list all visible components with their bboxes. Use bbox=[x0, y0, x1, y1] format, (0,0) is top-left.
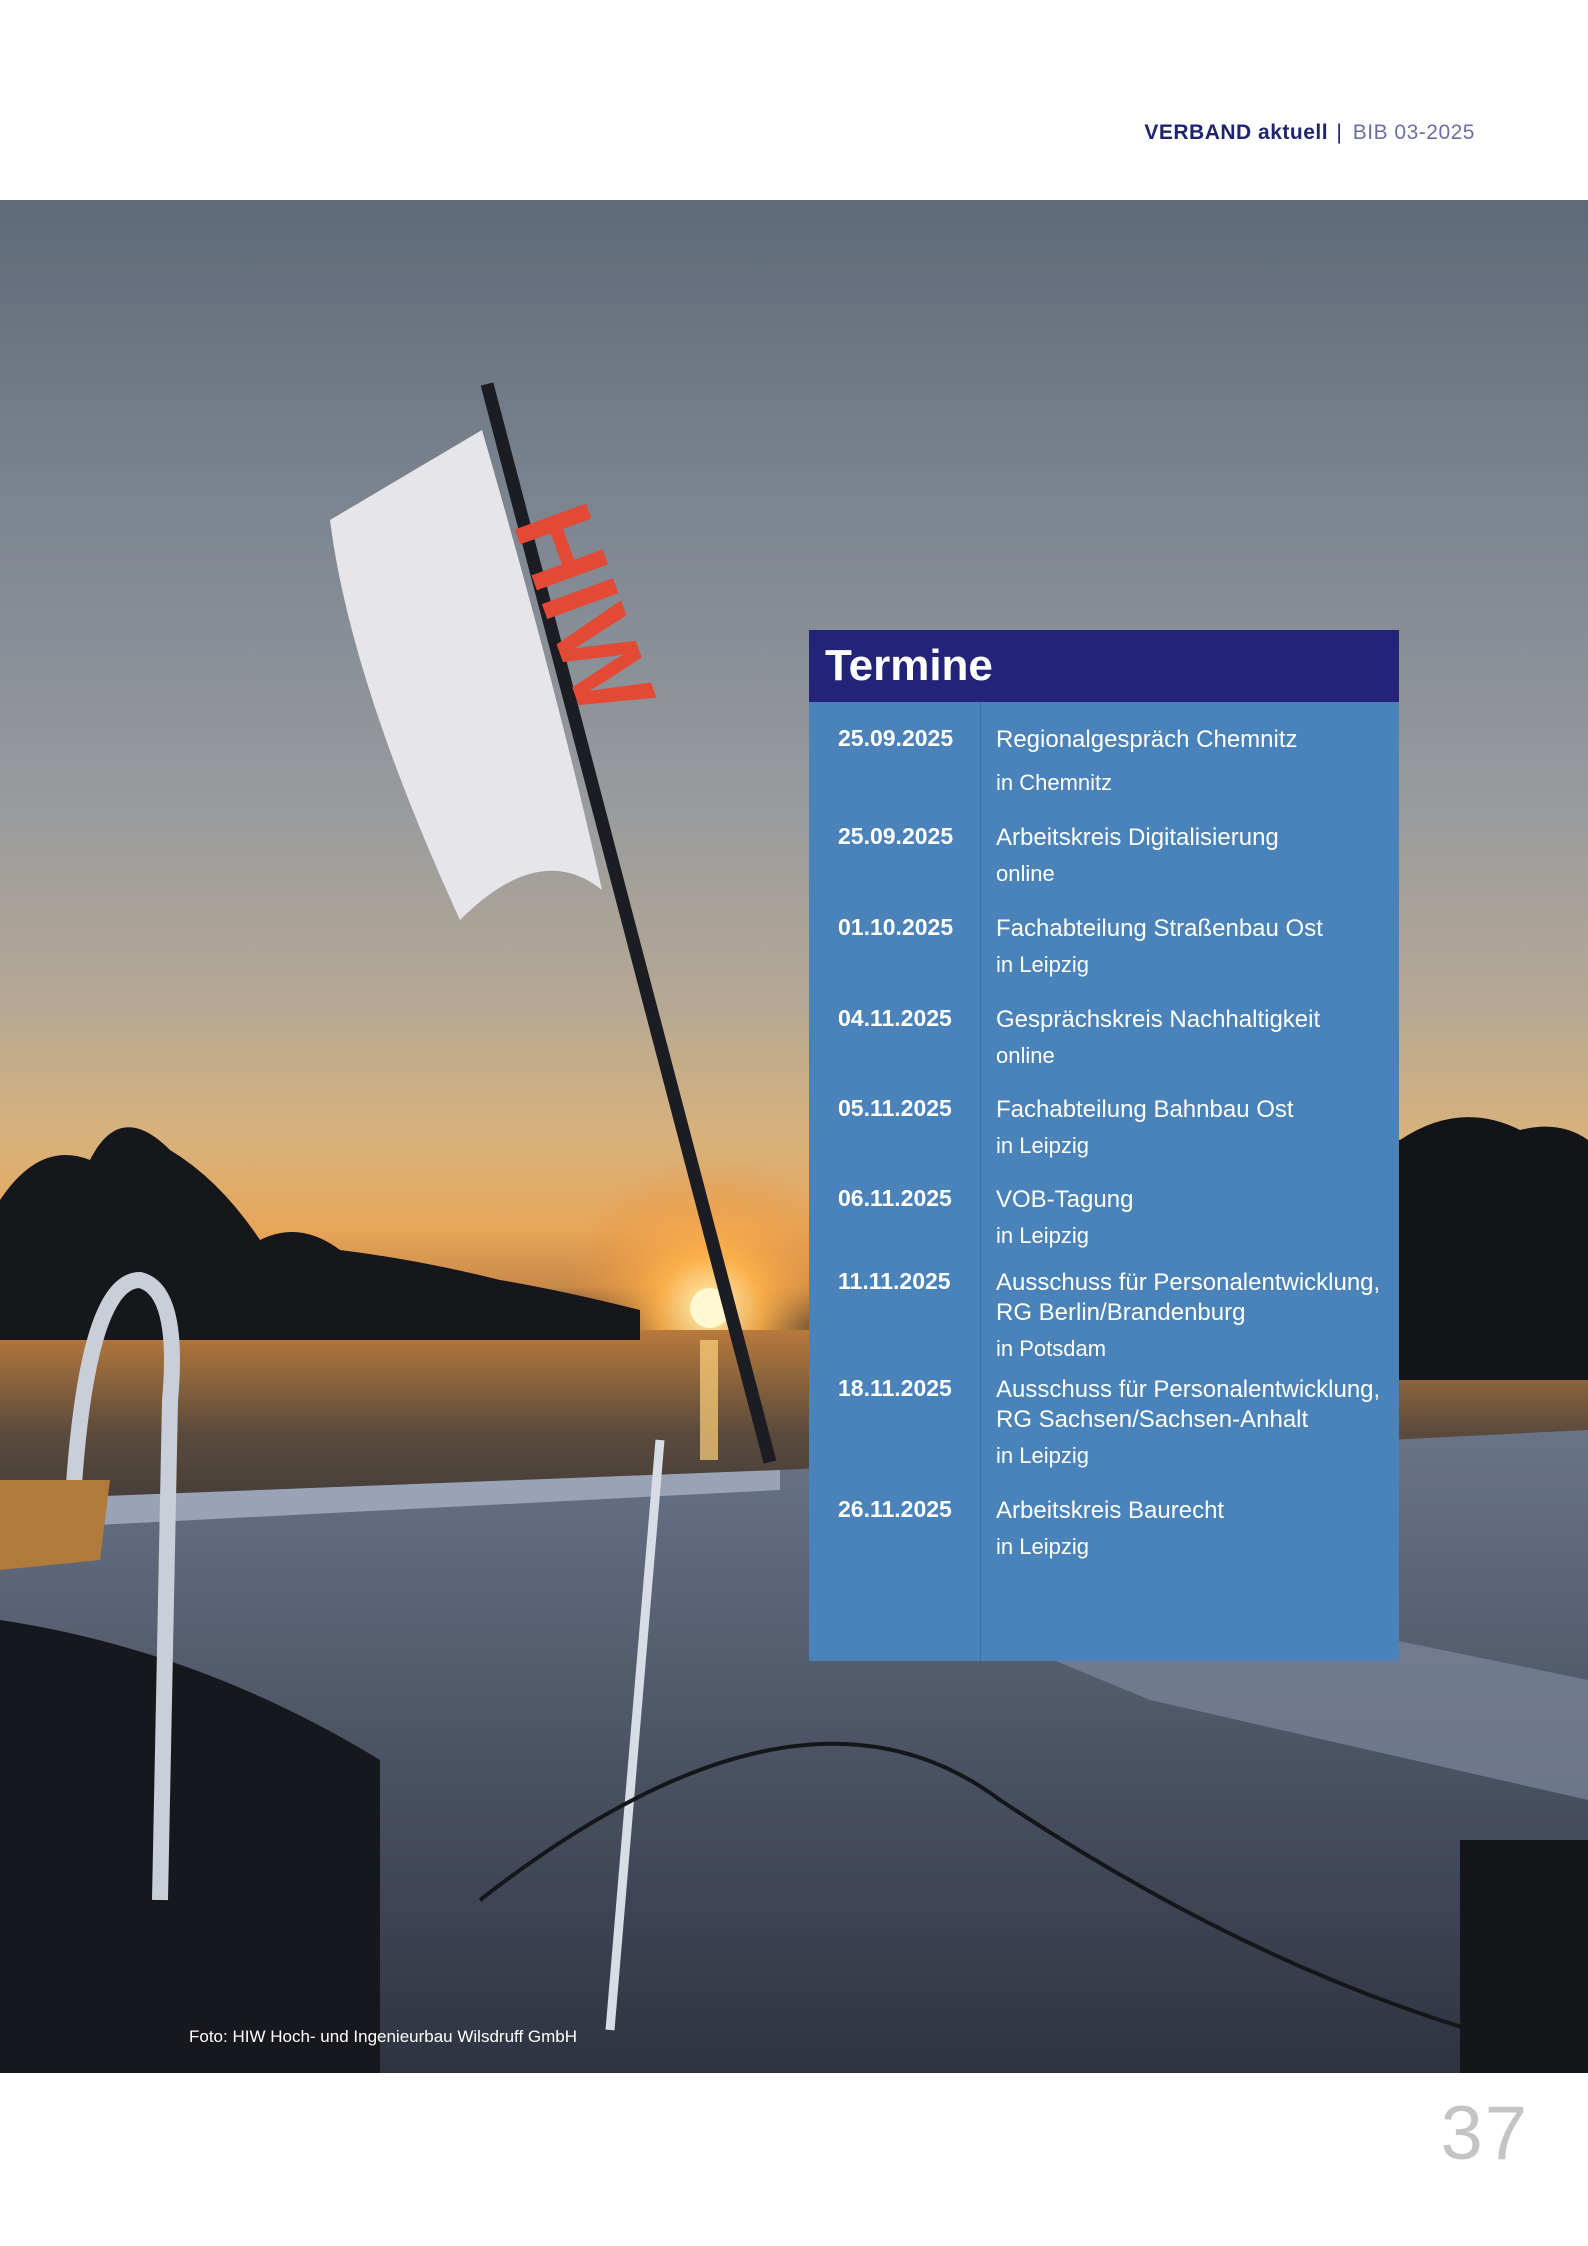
left-trees bbox=[0, 1127, 640, 1340]
event-place: in Potsdam bbox=[996, 1336, 1107, 1361]
event-place: online bbox=[996, 1043, 1055, 1068]
header-issue: BIB 03-2025 bbox=[1352, 121, 1475, 144]
event-title: Gesprächskreis Nachhaltigkeit bbox=[996, 1006, 1321, 1033]
photo-credit: Foto: HIW Hoch- und Ingenieurbau Wilsdru… bbox=[189, 2027, 578, 2046]
event-date: 05.11.2025 bbox=[838, 1095, 952, 1121]
event-date: 18.11.2025 bbox=[838, 1375, 952, 1401]
event-date: 25.09.2025 bbox=[838, 725, 954, 751]
event-date: 06.11.2025 bbox=[838, 1185, 952, 1211]
event-title: Arbeitskreis Digitalisierung bbox=[996, 824, 1279, 851]
event-date: 04.11.2025 bbox=[838, 1005, 952, 1031]
event-place: in Chemnitz bbox=[996, 770, 1113, 795]
event-place: in Leipzig bbox=[996, 1443, 1089, 1468]
running-header: VERBAND aktuell | BIB 03-2025 bbox=[1144, 121, 1475, 145]
bollard bbox=[1460, 1840, 1588, 2073]
page-number: 37 bbox=[1440, 2091, 1529, 2176]
event-place: in Leipzig bbox=[996, 1534, 1089, 1559]
event-place: in Leipzig bbox=[996, 952, 1089, 977]
event-title: Fachabteilung Straßenbau Ost bbox=[996, 915, 1323, 942]
event-place: in Leipzig bbox=[996, 1133, 1089, 1158]
event-title: Ausschuss für Personalentwicklung, RG Sa… bbox=[996, 1376, 1381, 1433]
event-date: 26.11.2025 bbox=[838, 1496, 952, 1522]
header-section: VERBAND aktuell bbox=[1144, 121, 1329, 144]
event-place: online bbox=[996, 861, 1055, 886]
termine-heading: Termine bbox=[809, 630, 1399, 702]
event-title: Fachabteilung Bahnbau Ost bbox=[996, 1096, 1294, 1123]
event-title: Arbeitskreis Baurecht bbox=[996, 1497, 1225, 1524]
event-date: 25.09.2025 bbox=[838, 823, 954, 849]
header-separator: | bbox=[1336, 121, 1343, 144]
event-title: Ausschuss für Personalentwicklung, RG Be… bbox=[996, 1269, 1381, 1326]
event-place: in Leipzig bbox=[996, 1223, 1089, 1248]
event-title: Regionalgespräch Chemnitz bbox=[996, 726, 1298, 753]
event-date: 01.10.2025 bbox=[838, 914, 954, 940]
column-divider bbox=[980, 702, 981, 1661]
event-date: 11.11.2025 bbox=[838, 1268, 951, 1294]
event-title: VOB-Tagung bbox=[996, 1186, 1134, 1213]
bell bbox=[0, 1480, 110, 1570]
termine-box: Termine 25.09.2025 Regionalgespräch Chem… bbox=[809, 630, 1399, 1661]
